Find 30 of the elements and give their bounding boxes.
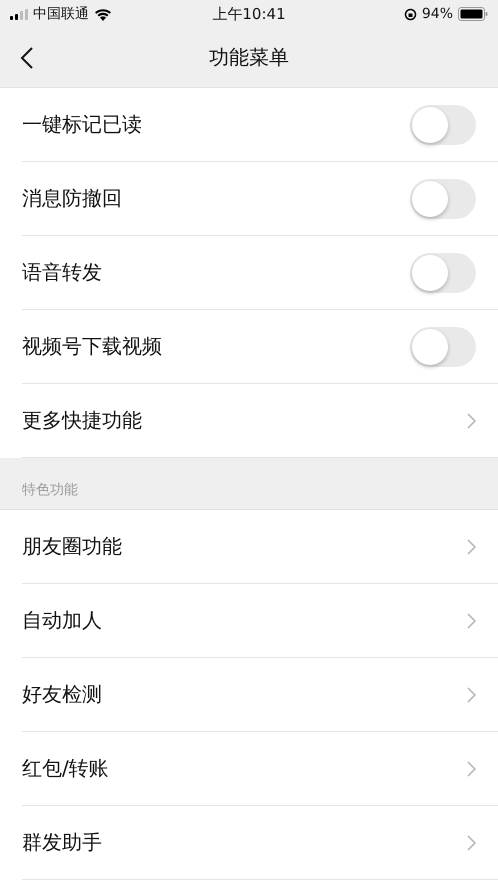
section-title: 特色功能 bbox=[22, 481, 78, 499]
signal-icon bbox=[10, 8, 28, 20]
toggle-switch[interactable] bbox=[410, 178, 476, 218]
battery-icon bbox=[458, 7, 488, 21]
menu-item-label: 一键标记已读 bbox=[22, 111, 142, 138]
toggle-switch[interactable] bbox=[410, 326, 476, 366]
status-time: 上午10:41 bbox=[212, 4, 286, 24]
carrier-name: 中国联通 bbox=[33, 5, 89, 23]
battery-percent: 94% bbox=[422, 6, 453, 22]
toggle-switch[interactable] bbox=[410, 104, 476, 144]
back-icon[interactable] bbox=[20, 46, 34, 70]
chevron-icon[interactable] bbox=[467, 760, 476, 776]
menu-item-label: 红包/转账 bbox=[22, 755, 109, 782]
menu-item-label: 语音转发 bbox=[22, 259, 102, 286]
chevron-icon[interactable] bbox=[467, 412, 476, 428]
chevron-icon[interactable] bbox=[467, 538, 476, 554]
menu-item-label: 视频号下载视频 bbox=[22, 333, 162, 360]
chevron-icon[interactable] bbox=[467, 834, 476, 850]
wifi-icon bbox=[94, 8, 112, 20]
chevron-icon[interactable] bbox=[467, 612, 476, 628]
menu-item-label: 消息防撤回 bbox=[22, 185, 122, 212]
chevron-icon[interactable] bbox=[467, 686, 476, 702]
toggle-switch[interactable] bbox=[410, 252, 476, 292]
rotation-lock-icon bbox=[404, 8, 417, 20]
menu-item-label: 更多快捷功能 bbox=[22, 407, 142, 434]
menu-item-label: 朋友圈功能 bbox=[22, 533, 122, 560]
menu-item-label: 好友检测 bbox=[22, 681, 102, 708]
page-title: 功能菜单 bbox=[209, 44, 289, 71]
menu-item-label: 自动加人 bbox=[22, 607, 102, 634]
menu-item-label: 群发助手 bbox=[22, 829, 102, 856]
